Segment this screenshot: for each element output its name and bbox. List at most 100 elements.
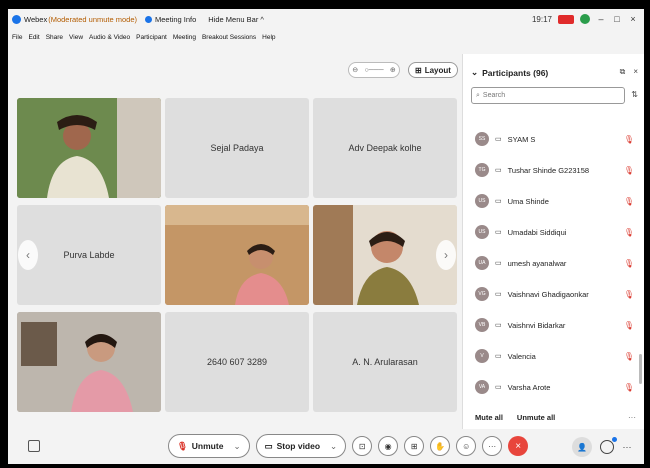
participant-video xyxy=(17,312,161,412)
avatar: US xyxy=(475,225,489,239)
hide-menu-bar-button[interactable]: Hide Menu Bar ^ xyxy=(208,15,264,24)
app-name: Webex xyxy=(24,14,48,24)
participants-header[interactable]: ⌄ Participants (96) xyxy=(471,67,548,78)
menu-meeting[interactable]: Meeting xyxy=(173,34,196,41)
list-item[interactable]: TG ▭ Tushar Shinde G223158 🎙 xyxy=(463,155,638,185)
camera-icon: ▭ xyxy=(264,440,273,451)
name-tile[interactable]: Adv Deepak kolhe xyxy=(313,98,457,198)
captions-icon[interactable] xyxy=(28,440,40,452)
chevron-down-icon[interactable]: ⌄ xyxy=(233,441,240,452)
avatar: US xyxy=(475,194,489,208)
previous-page-button[interactable]: ‹ xyxy=(18,240,38,270)
menu-breakout-sessions[interactable]: Breakout Sessions xyxy=(202,34,256,41)
close-icon[interactable]: × xyxy=(628,14,638,24)
menu-audio-video[interactable]: Audio & Video xyxy=(89,34,130,41)
device-icon: ▭ xyxy=(495,353,502,360)
layout-button[interactable]: ⊞ Layout xyxy=(408,62,458,78)
name-tile[interactable]: Purva Labde xyxy=(17,205,161,305)
chat-icon[interactable] xyxy=(600,437,617,454)
apps-icon[interactable]: ⊞ xyxy=(404,436,425,456)
reactions-icon[interactable]: ☺ xyxy=(456,436,477,456)
raise-hand-icon[interactable]: ✋ xyxy=(430,436,451,456)
muted-mic-icon: 🎙 xyxy=(177,440,188,451)
muted-mic-icon[interactable]: 🎙 xyxy=(624,259,634,268)
maximize-icon[interactable]: □ xyxy=(612,14,622,24)
unmute-all-button[interactable]: Unmute all xyxy=(517,413,555,422)
participant-video xyxy=(165,205,309,305)
video-tile[interactable] xyxy=(17,312,161,412)
muted-mic-icon[interactable]: 🎙 xyxy=(624,228,634,237)
unmute-button[interactable]: 🎙 Unmute ⌄ xyxy=(168,434,250,458)
more-options-icon[interactable]: ··· xyxy=(628,413,636,422)
participant-name: Sejal Padaya xyxy=(210,143,264,153)
muted-mic-icon[interactable]: 🎙 xyxy=(624,197,634,206)
muted-mic-icon[interactable]: 🎙 xyxy=(624,383,634,392)
device-icon: ▭ xyxy=(495,136,502,143)
security-icon[interactable] xyxy=(580,14,590,24)
muted-mic-icon[interactable]: 🎙 xyxy=(624,352,634,361)
participant-name: A. N. Arularasan xyxy=(352,357,418,367)
participants-icon[interactable]: 👤 xyxy=(572,437,592,457)
zoom-out-icon[interactable]: ⊖ xyxy=(352,66,358,74)
chevron-down-icon[interactable]: ⌄ xyxy=(471,67,478,78)
zoom-in-icon[interactable]: ⊕ xyxy=(390,66,396,74)
name-tile[interactable]: Sejal Padaya xyxy=(165,98,309,198)
participant-name: Umadabi Siddiqui xyxy=(507,227,567,237)
mute-all-button[interactable]: Mute all xyxy=(475,413,503,422)
zoom-track[interactable]: ○─── xyxy=(364,67,383,74)
menu-participant[interactable]: Participant xyxy=(136,34,167,41)
muted-mic-icon[interactable]: 🎙 xyxy=(624,166,634,175)
participant-name: umesh ayanalwar xyxy=(507,258,567,268)
close-panel-icon[interactable]: × xyxy=(633,67,638,77)
name-tile[interactable]: 2640 607 3289 xyxy=(165,312,309,412)
video-tile[interactable] xyxy=(165,205,309,305)
stop-video-button[interactable]: ▭ Stop video ⌄ xyxy=(255,434,347,458)
participant-name: Vaishnavi Ghadigaonkar xyxy=(507,289,589,299)
minimize-icon[interactable]: – xyxy=(596,14,606,24)
zoom-slider[interactable]: ⊖ ○─── ⊕ xyxy=(348,62,400,78)
menu-edit[interactable]: Edit xyxy=(28,34,39,41)
menu-view[interactable]: View xyxy=(69,34,83,41)
menu-help[interactable]: Help xyxy=(262,34,275,41)
scrollbar[interactable] xyxy=(639,354,642,384)
menu-share[interactable]: Share xyxy=(46,34,63,41)
avatar: SS xyxy=(475,132,489,146)
list-item[interactable]: US ▭ Umadabi Siddiqui 🎙 xyxy=(463,217,638,247)
list-item[interactable]: VA ▭ Varsha Arote 🎙 xyxy=(463,372,638,402)
leave-meeting-button[interactable]: × xyxy=(508,436,529,456)
webex-logo-icon xyxy=(12,14,21,24)
share-icon[interactable]: ⊡ xyxy=(352,436,373,456)
menu-file[interactable]: File xyxy=(12,34,22,41)
meeting-info-button[interactable]: Meeting Info xyxy=(155,15,196,24)
record-icon[interactable]: ◉ xyxy=(378,436,399,456)
list-item[interactable]: US ▭ Uma Shinde 🎙 xyxy=(463,186,638,216)
name-tile[interactable]: A. N. Arularasan xyxy=(313,312,457,412)
list-item[interactable]: UA ▭ umesh ayanalwar 🎙 xyxy=(463,248,638,278)
next-page-button[interactable]: › xyxy=(436,240,456,270)
chevron-left-icon: ‹ xyxy=(26,248,30,262)
muted-mic-icon[interactable]: 🎙 xyxy=(624,135,634,144)
device-icon: ▭ xyxy=(495,229,502,236)
unmute-label: Unmute xyxy=(191,441,224,451)
participants-title: Participants (96) xyxy=(482,67,549,78)
search-input[interactable]: ⌕ Search xyxy=(471,87,625,104)
muted-mic-icon[interactable]: 🎙 xyxy=(624,290,634,299)
participant-video xyxy=(17,98,161,198)
participant-name: 2640 607 3289 xyxy=(206,357,268,367)
title-bar: Webex (Moderated unmute mode) Meeting In… xyxy=(8,9,644,29)
more-icon[interactable]: ··· xyxy=(482,436,503,456)
chevron-down-icon[interactable]: ⌄ xyxy=(330,441,337,452)
pop-out-icon[interactable]: ⧉ xyxy=(620,67,626,77)
list-item[interactable]: SS ▭ SYAM S 🎙 xyxy=(463,124,638,154)
panel-header-actions: ⧉ × xyxy=(620,67,638,77)
list-item[interactable]: VG ▭ Vaishnavi Ghadigaonkar 🎙 xyxy=(463,279,638,309)
panel-toggles: 👤 ··· xyxy=(572,437,632,457)
sort-icon[interactable]: ⇅ xyxy=(631,90,638,99)
more-panels-icon[interactable]: ··· xyxy=(622,442,632,452)
list-item[interactable]: VB ▭ Vaishnvi Bidarkar 🎙 xyxy=(463,310,638,340)
meeting-info-icon[interactable] xyxy=(145,15,153,23)
list-item[interactable]: V ▭ Valencia 🎙 xyxy=(463,341,638,371)
muted-mic-icon[interactable]: 🎙 xyxy=(624,321,634,330)
video-tile[interactable] xyxy=(17,98,161,198)
device-icon: ▭ xyxy=(495,291,502,298)
